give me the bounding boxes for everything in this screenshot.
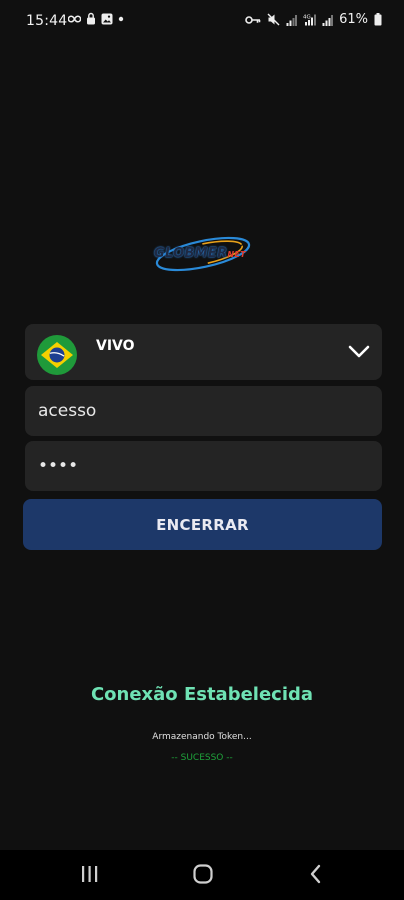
operator-select[interactable]: VIVO	[25, 324, 382, 380]
battery-percent: 61%	[339, 12, 368, 27]
password-field-container	[25, 441, 382, 491]
logo-suffix: NET	[227, 250, 246, 259]
home-icon[interactable]	[192, 863, 214, 889]
password-input[interactable]	[25, 441, 382, 491]
username-input[interactable]	[25, 386, 382, 436]
svg-text:4G: 4G	[303, 15, 311, 21]
image-icon	[101, 13, 113, 25]
status-time: 15:44	[26, 13, 68, 29]
username-field-container	[25, 386, 382, 436]
logo-text: GLOBMERNET	[154, 246, 246, 261]
disconnect-button[interactable]: ENCERRAR	[23, 499, 382, 550]
vpn-key-icon	[245, 15, 261, 25]
dot-icon	[118, 16, 124, 22]
signal-icon	[286, 14, 298, 26]
navigation-bar	[0, 850, 404, 900]
mute-icon	[267, 13, 280, 26]
brazil-flag-icon	[37, 335, 77, 375]
lte-signal-icon: 4G	[303, 13, 317, 26]
status-result: -- SUCESSO --	[171, 753, 233, 763]
infinity-icon	[68, 14, 81, 24]
lock-icon	[86, 12, 96, 25]
status-bar: 15:44 4G 61%	[0, 0, 404, 44]
status-detail: Armazenando Token...	[152, 732, 252, 742]
connection-status: Conexão Estabelecida	[90, 684, 314, 705]
recent-apps-icon[interactable]	[80, 863, 100, 889]
operator-label: VIVO	[96, 338, 135, 354]
signal-icon	[322, 14, 334, 26]
back-icon[interactable]	[307, 863, 325, 889]
battery-icon	[374, 13, 382, 26]
app-logo: GLOBMERNET	[150, 228, 256, 280]
chevron-down-icon[interactable]	[348, 344, 370, 363]
